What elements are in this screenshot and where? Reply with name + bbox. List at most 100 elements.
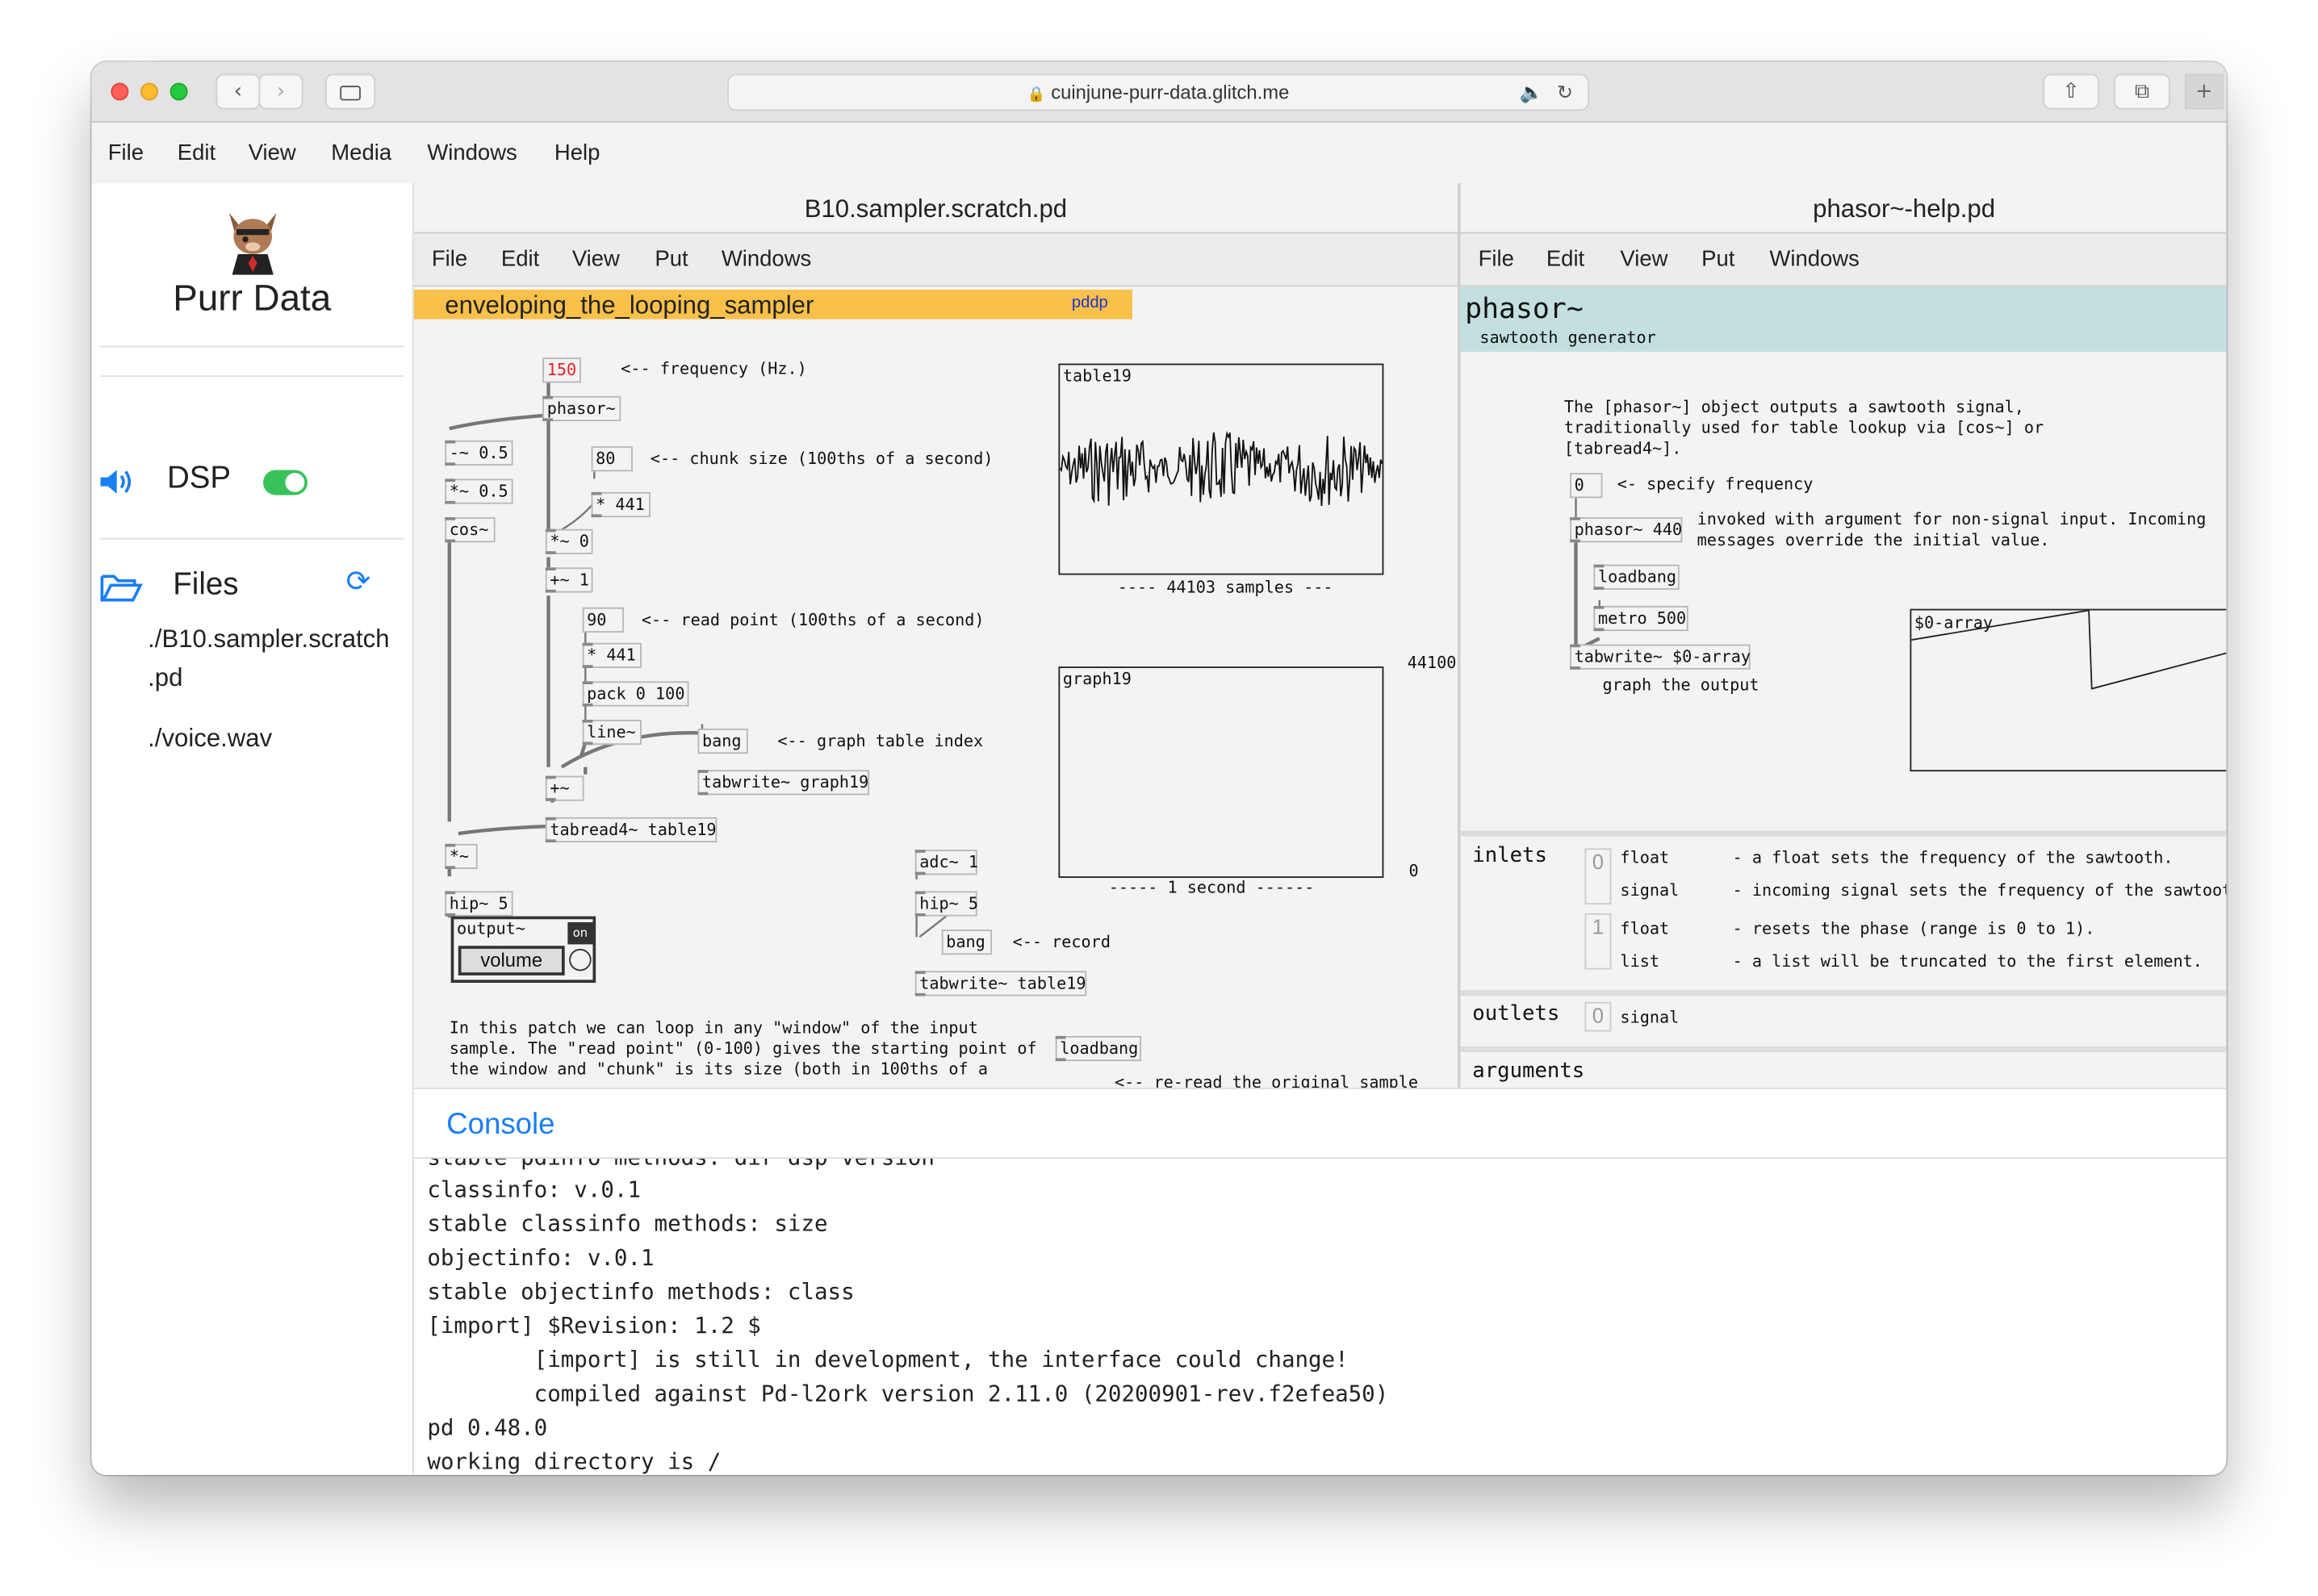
patch-menu-view[interactable]: View xyxy=(572,247,620,272)
arguments-label: arguments xyxy=(1472,1059,1585,1084)
comment: <-- frequency (Hz.) xyxy=(621,359,807,378)
menu-windows[interactable]: Windows xyxy=(427,140,517,165)
share-button[interactable]: ⇧ xyxy=(2043,73,2099,110)
hip-object[interactable]: hip~ 5 xyxy=(914,891,978,917)
multiply-441-object[interactable]: * 441 xyxy=(591,491,651,518)
patch-menu-put[interactable]: Put xyxy=(655,247,688,272)
section-divider xyxy=(1460,990,2227,996)
add-one-object[interactable]: +~ 1 xyxy=(545,567,593,593)
read-point-number-box[interactable]: 90 xyxy=(582,607,624,633)
output-abstraction[interactable]: output~ on volume xyxy=(450,916,596,984)
menu-view[interactable]: View xyxy=(249,140,296,165)
loadbang-object[interactable]: loadbang xyxy=(1593,564,1680,590)
graph19-caption: ----- 1 second ------ xyxy=(1108,877,1315,897)
tabwrite-object[interactable]: tabwrite~ $0-array xyxy=(1570,644,1751,670)
pack-object[interactable]: pack 0 100 xyxy=(582,681,689,707)
frequency-number-box[interactable]: 150 xyxy=(542,357,581,383)
tabwrite-table-object[interactable]: tabwrite~ table19 xyxy=(914,971,1087,996)
patch-menu-put[interactable]: Put xyxy=(1701,247,1734,272)
dsp-toggle[interactable] xyxy=(263,470,308,495)
patch-canvas[interactable]: phasor~ sawtooth generator The [phasor~]… xyxy=(1460,286,2227,1088)
speaker-icon[interactable]: 🔈 xyxy=(1520,75,1544,109)
multiply-signal-object[interactable]: *~ 0 xyxy=(545,529,593,554)
comment: <-- graph table index xyxy=(777,731,984,751)
chunk-number-box[interactable]: 80 xyxy=(591,446,633,472)
metro-object[interactable]: metro 500 xyxy=(1593,605,1688,632)
multiply-object[interactable]: *~ 0.5 xyxy=(445,478,513,504)
bang-circle[interactable] xyxy=(569,948,592,971)
file-item[interactable]: ./voice.wav xyxy=(148,724,272,754)
console-line: stable classinfo methods: size xyxy=(427,1210,828,1238)
inlet-index: 1 xyxy=(1584,913,1612,970)
patch-menu-file[interactable]: File xyxy=(1479,247,1514,272)
close-window-button[interactable] xyxy=(111,82,129,101)
sawtooth-array[interactable]: $0-array xyxy=(1910,608,2227,772)
table19-array[interactable]: table19 xyxy=(1058,363,1384,575)
app-name: Purr Data xyxy=(173,278,332,320)
hip-object[interactable]: hip~ 5 xyxy=(445,891,513,917)
multiply-441-object[interactable]: * 441 xyxy=(582,642,642,668)
app-menubar: File Edit View Media Windows Help xyxy=(91,123,2227,185)
divider xyxy=(100,345,404,348)
bang-message[interactable]: bang xyxy=(941,930,993,955)
patch-menu-windows[interactable]: Windows xyxy=(1769,247,1859,272)
menu-media[interactable]: Media xyxy=(331,140,391,165)
url-text: cuinjune-purr-data.glitch.me xyxy=(1051,81,1290,104)
menu-edit[interactable]: Edit xyxy=(178,140,215,165)
outlet-index: 0 xyxy=(1584,1001,1612,1032)
console-log[interactable]: stable pdinfo methods: dir dsp version c… xyxy=(414,1159,2227,1475)
inlet-index: 0 xyxy=(1584,848,1612,905)
adc-object[interactable]: adc~ 1 xyxy=(914,850,978,875)
inlet-description: - a float sets the frequency of the sawt… xyxy=(1732,848,2174,868)
purr-data-logo-icon xyxy=(228,212,277,275)
sidebar-toggle-button[interactable] xyxy=(324,73,376,110)
chevron-right-icon: › xyxy=(276,79,286,104)
multiply-signal-object[interactable]: *~ xyxy=(445,843,478,869)
bang-message[interactable]: bang xyxy=(697,728,748,754)
back-button[interactable]: ‹ xyxy=(215,73,261,110)
comment: <-- re-read the original sample xyxy=(1115,1072,1419,1088)
inlet-description: - resets the phase (range is 0 to 1). xyxy=(1732,919,2095,939)
loadbang-object[interactable]: loadbang xyxy=(1055,1035,1141,1062)
console-line: stable pdinfo methods: dir dsp version xyxy=(427,1159,935,1171)
zoom-window-button[interactable] xyxy=(169,82,188,101)
help-description: The [phasor~] object outputs a sawtooth … xyxy=(1563,397,2044,458)
patch-menubar: File Edit View Put Windows xyxy=(413,232,1458,287)
array-label: graph19 xyxy=(1062,669,1132,689)
line-object[interactable]: line~ xyxy=(582,719,642,746)
tabwrite-graph-object[interactable]: tabwrite~ graph19 xyxy=(697,770,869,796)
patch-menubar: File Edit View Put Windows xyxy=(1460,232,2227,287)
plus-icon: + xyxy=(2195,79,2213,104)
phasor-object[interactable]: phasor~ 440 xyxy=(1570,517,1683,543)
new-tab-button[interactable]: + xyxy=(2185,73,2224,110)
phasor-object[interactable]: phasor~ xyxy=(542,395,621,422)
tabs-overview-button[interactable]: ⧉ xyxy=(2114,73,2170,110)
patch-menu-edit[interactable]: Edit xyxy=(1546,247,1584,272)
add-signal-object[interactable]: +~ xyxy=(545,775,584,801)
patch-menu-windows[interactable]: Windows xyxy=(722,247,811,272)
patch-menu-file[interactable]: File xyxy=(432,247,467,272)
minimize-window-button[interactable] xyxy=(140,82,158,101)
file-item[interactable]: ./B10.sampler.scratch .pd xyxy=(148,620,389,697)
comment: invoked with argument for non-signal inp… xyxy=(1697,509,2207,550)
volume-slider[interactable]: volume xyxy=(458,946,565,976)
address-bar[interactable]: 🔒 cuinjune-purr-data.glitch.me 🔈 ↻ xyxy=(727,73,1589,111)
graph19-array[interactable]: graph19 xyxy=(1058,666,1384,878)
sidebar-icon xyxy=(340,86,361,101)
cos-object[interactable]: cos~ xyxy=(445,517,496,543)
patch-description: In this patch we can loop in any "window… xyxy=(449,1017,1037,1080)
section-divider xyxy=(1460,830,2227,837)
forward-button[interactable]: › xyxy=(258,73,303,110)
outlets-label: outlets xyxy=(1472,1001,1560,1026)
reload-icon[interactable]: ↻ xyxy=(1557,75,1573,109)
tabread4-object[interactable]: tabread4~ table19 xyxy=(545,817,718,843)
patch-menu-view[interactable]: View xyxy=(1620,247,1667,272)
menu-file[interactable]: File xyxy=(108,140,144,165)
refresh-icon[interactable]: ⟳ xyxy=(346,563,371,600)
patch-canvas[interactable]: enveloping_the_looping_sampler pddp 150 … xyxy=(413,286,1458,1088)
menu-help[interactable]: Help xyxy=(554,140,600,165)
dsp-on-toggle[interactable]: on xyxy=(567,921,593,945)
patch-menu-edit[interactable]: Edit xyxy=(501,247,539,272)
frequency-number-box[interactable]: 0 xyxy=(1570,473,1603,499)
subtract-object[interactable]: -~ 0.5 xyxy=(445,440,513,466)
